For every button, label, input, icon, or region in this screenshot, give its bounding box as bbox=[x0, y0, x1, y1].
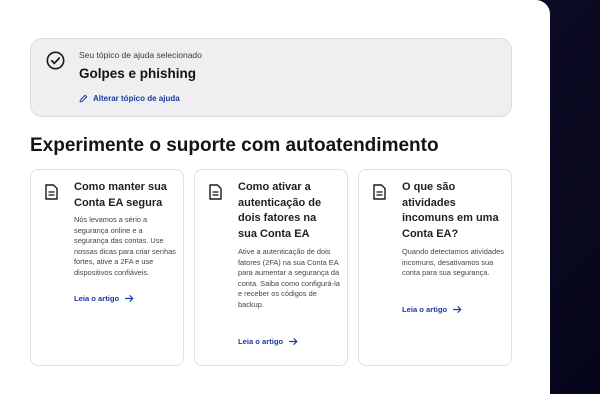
article-description: Nós levamos a sério a segurança online e… bbox=[74, 215, 176, 277]
article-description: Quando detectamos atividades incomuns, d… bbox=[402, 247, 504, 278]
selected-topic-label: Seu tópico de ajuda selecionado bbox=[79, 50, 202, 60]
read-article-link[interactable]: Leia o artigo bbox=[402, 305, 462, 314]
change-topic-link[interactable]: Alterar tópico de ajuda bbox=[79, 94, 180, 103]
arrow-right-icon bbox=[289, 338, 298, 345]
document-icon bbox=[373, 184, 386, 200]
document-icon bbox=[45, 184, 58, 200]
read-article-label: Leia o artigo bbox=[402, 305, 448, 314]
read-article-label: Leia o artigo bbox=[238, 337, 284, 346]
article-title: O que são atividades incomuns em uma Con… bbox=[402, 181, 499, 240]
pencil-icon bbox=[79, 94, 88, 103]
article-title: Como manter sua Conta EA segura bbox=[74, 181, 167, 209]
arrow-right-icon bbox=[125, 295, 134, 302]
selected-topic-card: Seu tópico de ajuda selecionado Golpes e… bbox=[30, 38, 512, 117]
check-circle-icon bbox=[46, 51, 65, 70]
arrow-right-icon bbox=[453, 306, 462, 313]
article-description: Ative a autenticação de dois fatores (2F… bbox=[238, 247, 340, 309]
help-panel: Seu tópico de ajuda selecionado Golpes e… bbox=[0, 0, 550, 394]
read-article-label: Leia o artigo bbox=[74, 294, 120, 303]
read-article-link[interactable]: Leia o artigo bbox=[74, 294, 134, 303]
read-article-link[interactable]: Leia o artigo bbox=[238, 337, 298, 346]
change-topic-label: Alterar tópico de ajuda bbox=[93, 94, 180, 103]
article-title: Como ativar a autenticação de dois fator… bbox=[238, 181, 322, 240]
section-title: Experimente o suporte com autoatendiment… bbox=[30, 135, 439, 156]
document-icon bbox=[209, 184, 222, 200]
article-card-2[interactable]: Como ativar a autenticação de dois fator… bbox=[194, 169, 348, 366]
article-card-1[interactable]: Como manter sua Conta EA segura Nós leva… bbox=[30, 169, 184, 366]
article-card-3[interactable]: O que são atividades incomuns em uma Con… bbox=[358, 169, 512, 366]
selected-topic-title: Golpes e phishing bbox=[79, 66, 197, 81]
